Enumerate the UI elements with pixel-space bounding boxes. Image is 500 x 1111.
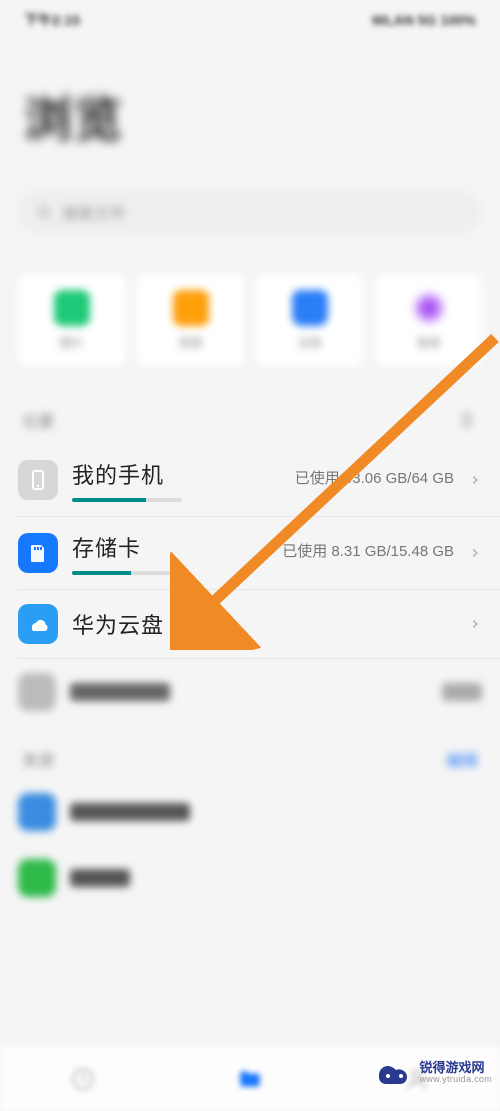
storage-usage: 已使用 8.31 GB/15.48 GB	[282, 540, 454, 561]
category-label: 文档	[297, 334, 321, 351]
category-images[interactable]: 图片	[18, 274, 125, 366]
status-time: 下午2:15	[24, 10, 80, 30]
category-row: 图片 视频 文档 音频	[0, 254, 500, 380]
progress-fill	[72, 571, 131, 575]
storage-content: 存储卡 已使用 8.31 GB/15.48 GB	[72, 531, 454, 575]
clock-icon	[70, 1066, 96, 1092]
storage-sd-card[interactable]: 存储卡 已使用 8.31 GB/15.48 GB	[18, 516, 500, 589]
recent-section-action[interactable]: 编辑	[446, 747, 478, 771]
storage-content: 华为云盘	[72, 608, 454, 640]
page-title: 浏览	[0, 40, 500, 180]
blurred-list-item[interactable]	[0, 845, 500, 911]
nav-recent[interactable]	[70, 1066, 96, 1092]
folder-icon	[237, 1066, 263, 1092]
category-label: 图片	[59, 334, 83, 351]
watermark-title: 锐得游戏网	[419, 1061, 492, 1075]
category-audio[interactable]: 音频	[375, 274, 482, 366]
recent-section-header: 来源 编辑	[0, 725, 500, 779]
category-label: 音频	[416, 334, 440, 351]
sort-icon[interactable]	[456, 409, 478, 431]
nav-browse[interactable]	[237, 1066, 263, 1092]
app-icon	[18, 859, 56, 897]
recent-section-title: 来源	[22, 747, 54, 771]
storage-name: 存储卡	[72, 531, 141, 563]
app-icon	[18, 673, 56, 711]
storage-name: 华为云盘	[72, 608, 164, 640]
video-icon	[173, 290, 209, 326]
progress-fill	[72, 498, 146, 502]
phone-icon	[18, 460, 58, 500]
category-label: 视频	[178, 334, 202, 351]
audio-icon	[411, 290, 447, 326]
search-placeholder: 搜索文件	[62, 200, 126, 224]
blurred-list-item[interactable]	[0, 779, 500, 845]
storage-content: 我的手机 已使用 43.06 GB/64 GB	[72, 458, 454, 502]
storage-section-header: 位置	[0, 380, 500, 444]
item-label	[70, 869, 130, 887]
item-meta	[442, 683, 482, 701]
storage-usage: 已使用 43.06 GB/64 GB	[295, 467, 454, 488]
search-bar[interactable]: 搜索文件	[18, 190, 482, 234]
watermark-subtitle: www.ytruida.com	[419, 1075, 492, 1085]
chevron-right-icon	[468, 546, 482, 560]
storage-list: 我的手机 已使用 43.06 GB/64 GB 存储卡 已使用 8.31 GB/…	[0, 444, 500, 659]
item-label	[70, 683, 170, 701]
chevron-right-icon	[468, 617, 482, 631]
status-indicators: WLAN 5G 100%	[372, 12, 476, 28]
blurred-list-item[interactable]	[0, 659, 500, 725]
image-icon	[54, 290, 90, 326]
progress-bar	[72, 571, 182, 575]
status-bar: 下午2:15 WLAN 5G 100%	[0, 0, 500, 40]
category-videos[interactable]: 视频	[137, 274, 244, 366]
item-label	[70, 803, 190, 821]
search-icon	[36, 204, 52, 220]
category-documents[interactable]: 文档	[256, 274, 363, 366]
app-icon	[18, 793, 56, 831]
storage-my-phone[interactable]: 我的手机 已使用 43.06 GB/64 GB	[18, 444, 500, 516]
storage-section-title: 位置	[22, 408, 54, 432]
sd-card-icon	[18, 533, 58, 573]
watermark: 锐得游戏网 www.ytruida.com	[377, 1061, 492, 1085]
storage-huawei-cloud[interactable]: 华为云盘	[18, 589, 500, 659]
progress-bar	[72, 498, 182, 502]
storage-name: 我的手机	[72, 458, 164, 490]
watermark-logo-icon	[377, 1061, 413, 1085]
document-icon	[292, 290, 328, 326]
chevron-right-icon	[468, 473, 482, 487]
cloud-icon	[18, 604, 58, 644]
